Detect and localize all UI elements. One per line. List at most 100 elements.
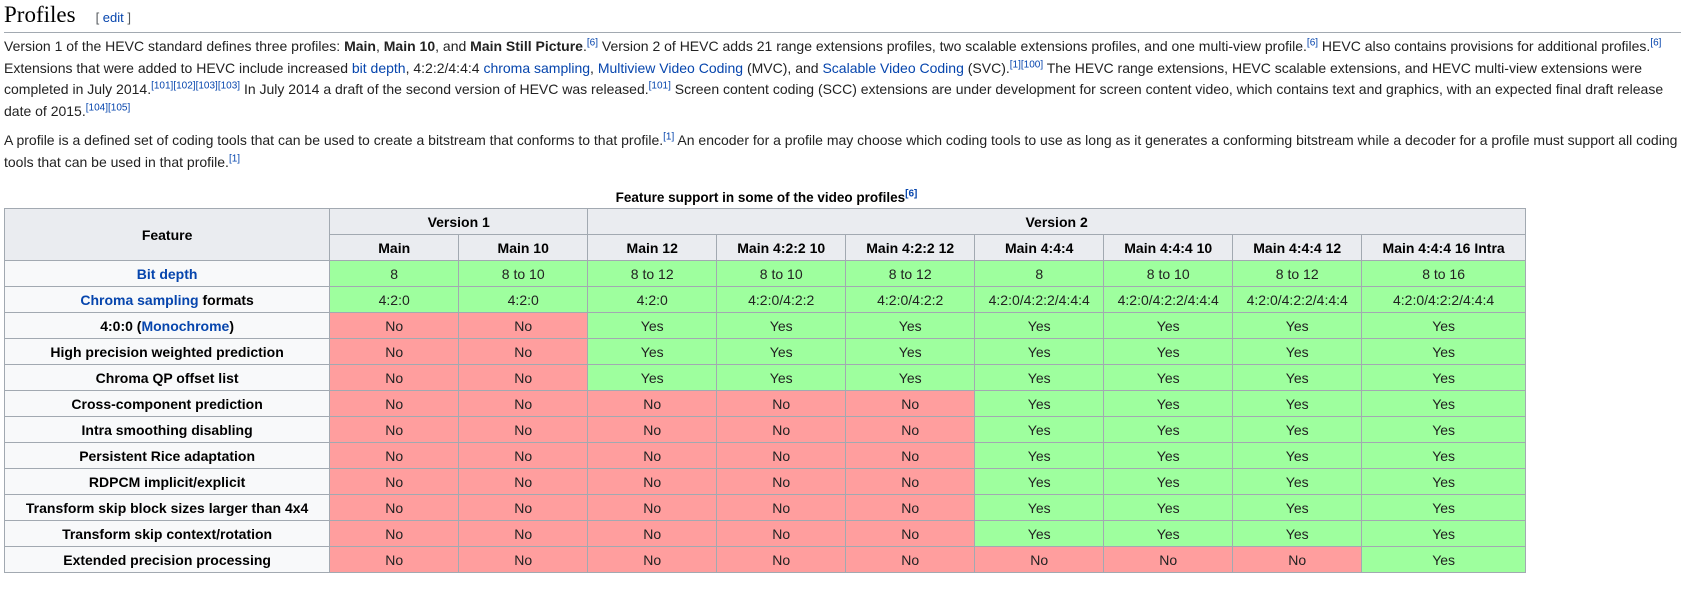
support-cell: No [329, 364, 460, 391]
version-group-header: Version 1 [329, 208, 589, 235]
edit-section: [ edit ] [95, 10, 131, 25]
support-cell: No [1232, 546, 1363, 573]
feature-link[interactable]: Chroma sampling [80, 292, 198, 308]
support-cell: No [716, 546, 847, 573]
support-cell: No [587, 520, 718, 547]
table-row: Intra smoothing disabling No No No No No Yes Ye… [3, 416, 1526, 443]
table-row: Chroma sampling formats 4:2:0 4:2:0 4:2:0 4:… [3, 286, 1526, 313]
support-cell: No [458, 338, 589, 365]
support-cell: Yes [587, 364, 718, 391]
feature-row-header: 4:0:0 (Monochrome) [3, 312, 331, 339]
table-row: Extended precision processing No No No No No N… [3, 546, 1526, 573]
feature-row-header: Intra smoothing disabling [3, 416, 331, 443]
svc-link[interactable]: Scalable Video Coding [822, 60, 963, 76]
citation[interactable]: [104][105] [86, 102, 130, 113]
feature-column-header: Feature [3, 208, 331, 261]
support-cell: Yes [974, 520, 1105, 547]
support-cell: No [587, 442, 718, 469]
support-cell: Yes [1103, 442, 1234, 469]
citation[interactable]: [6] [905, 189, 917, 200]
support-cell: 4:2:0/4:2:2/4:4:4 [974, 286, 1105, 313]
support-cell: No [458, 390, 589, 417]
support-cell: Yes [1361, 416, 1526, 443]
feature-link[interactable]: Bit depth [137, 266, 198, 282]
profile-column-header: Main 12 [587, 234, 718, 261]
support-cell: No [329, 546, 460, 573]
feature-row-header: Chroma QP offset list [3, 364, 331, 391]
citation[interactable]: [101] [649, 80, 671, 91]
support-cell: Yes [1232, 364, 1363, 391]
profile-column-header: Main [329, 234, 460, 261]
bit-depth-link[interactable]: bit depth [352, 60, 406, 76]
support-cell: Yes [974, 494, 1105, 521]
article-section: Profiles [ edit ] Version 1 of the HEVC … [0, 0, 1685, 593]
support-cell: No [458, 520, 589, 547]
support-cell: 4:2:0/4:2:2 [716, 286, 847, 313]
edit-link[interactable]: edit [103, 10, 124, 25]
support-cell: No [458, 442, 589, 469]
support-cell: Yes [845, 338, 976, 365]
support-cell: No [329, 494, 460, 521]
support-cell: Yes [1103, 338, 1234, 365]
support-cell: No [458, 416, 589, 443]
support-cell: Yes [974, 312, 1105, 339]
support-cell: No [587, 416, 718, 443]
support-cell: Yes [716, 338, 847, 365]
support-cell: No [845, 494, 976, 521]
citation[interactable]: [1] [663, 131, 674, 142]
support-cell: Yes [716, 364, 847, 391]
chroma-sampling-link[interactable]: chroma sampling [483, 60, 590, 76]
support-cell: Yes [1361, 494, 1526, 521]
support-cell: No [716, 416, 847, 443]
mvc-link[interactable]: Multiview Video Coding [598, 60, 743, 76]
feature-row-header: High precision weighted prediction [3, 338, 331, 365]
support-cell: 4:2:0/4:2:2 [845, 286, 976, 313]
table-row: Cross-component prediction No No No No No Yes Y… [3, 390, 1526, 417]
profile-column-header: Main 4:4:4 10 [1103, 234, 1234, 261]
support-cell: Yes [974, 416, 1105, 443]
support-cell: No [1103, 546, 1234, 573]
table-row: RDPCM implicit/explicit No No No No No Yes Yes Y… [3, 468, 1526, 495]
feature-link[interactable]: Monochrome [141, 318, 229, 334]
table-row: Bit depth 8 8 to 10 8 to 12 8 to 10 8 to 12 8 8… [3, 260, 1526, 287]
support-cell: Yes [974, 390, 1105, 417]
table-caption: Feature support in some of the video pro… [615, 188, 918, 205]
support-cell: Yes [1361, 390, 1526, 417]
citation[interactable]: [6] [1307, 37, 1318, 48]
citation[interactable]: [6] [1650, 37, 1661, 48]
table-row: High precision weighted prediction No No Ye… [3, 338, 1526, 365]
support-cell: 8 to 12 [587, 260, 718, 287]
support-cell: Yes [1232, 468, 1363, 495]
support-cell: No [587, 468, 718, 495]
citation[interactable]: [1][100] [1010, 59, 1043, 70]
table-row: 4:0:0 (Monochrome) No No Yes Yes Yes Yes Yes Yes… [3, 312, 1526, 339]
profile-column-header: Main 4:4:4 [974, 234, 1105, 261]
feature-row-header: Extended precision processing [3, 546, 331, 573]
support-cell: Yes [1103, 364, 1234, 391]
profile-column-header: Main 4:2:2 10 [716, 234, 847, 261]
feature-row-header: Chroma sampling formats [3, 286, 331, 313]
support-cell: Yes [587, 338, 718, 365]
support-cell: No [716, 442, 847, 469]
support-cell: No [845, 546, 976, 573]
support-cell: Yes [1103, 494, 1234, 521]
support-cell: Yes [1103, 416, 1234, 443]
support-cell: Yes [1232, 494, 1363, 521]
citation[interactable]: [6] [587, 37, 598, 48]
feature-row-header: RDPCM implicit/explicit [3, 468, 331, 495]
support-cell: Yes [845, 364, 976, 391]
support-cell: Yes [1232, 390, 1363, 417]
support-cell: No [458, 364, 589, 391]
support-cell: Yes [1103, 390, 1234, 417]
support-cell: Yes [1232, 442, 1363, 469]
support-cell: Yes [1361, 520, 1526, 547]
support-cell: 8 [329, 260, 460, 287]
support-cell: No [845, 390, 976, 417]
support-cell: No [329, 468, 460, 495]
citation[interactable]: [1] [229, 153, 240, 164]
support-cell: No [716, 390, 847, 417]
support-cell: 4:2:0 [587, 286, 718, 313]
support-cell: 4:2:0 [458, 286, 589, 313]
support-cell: No [587, 546, 718, 573]
citation[interactable]: [101][102][103][103] [151, 80, 240, 91]
